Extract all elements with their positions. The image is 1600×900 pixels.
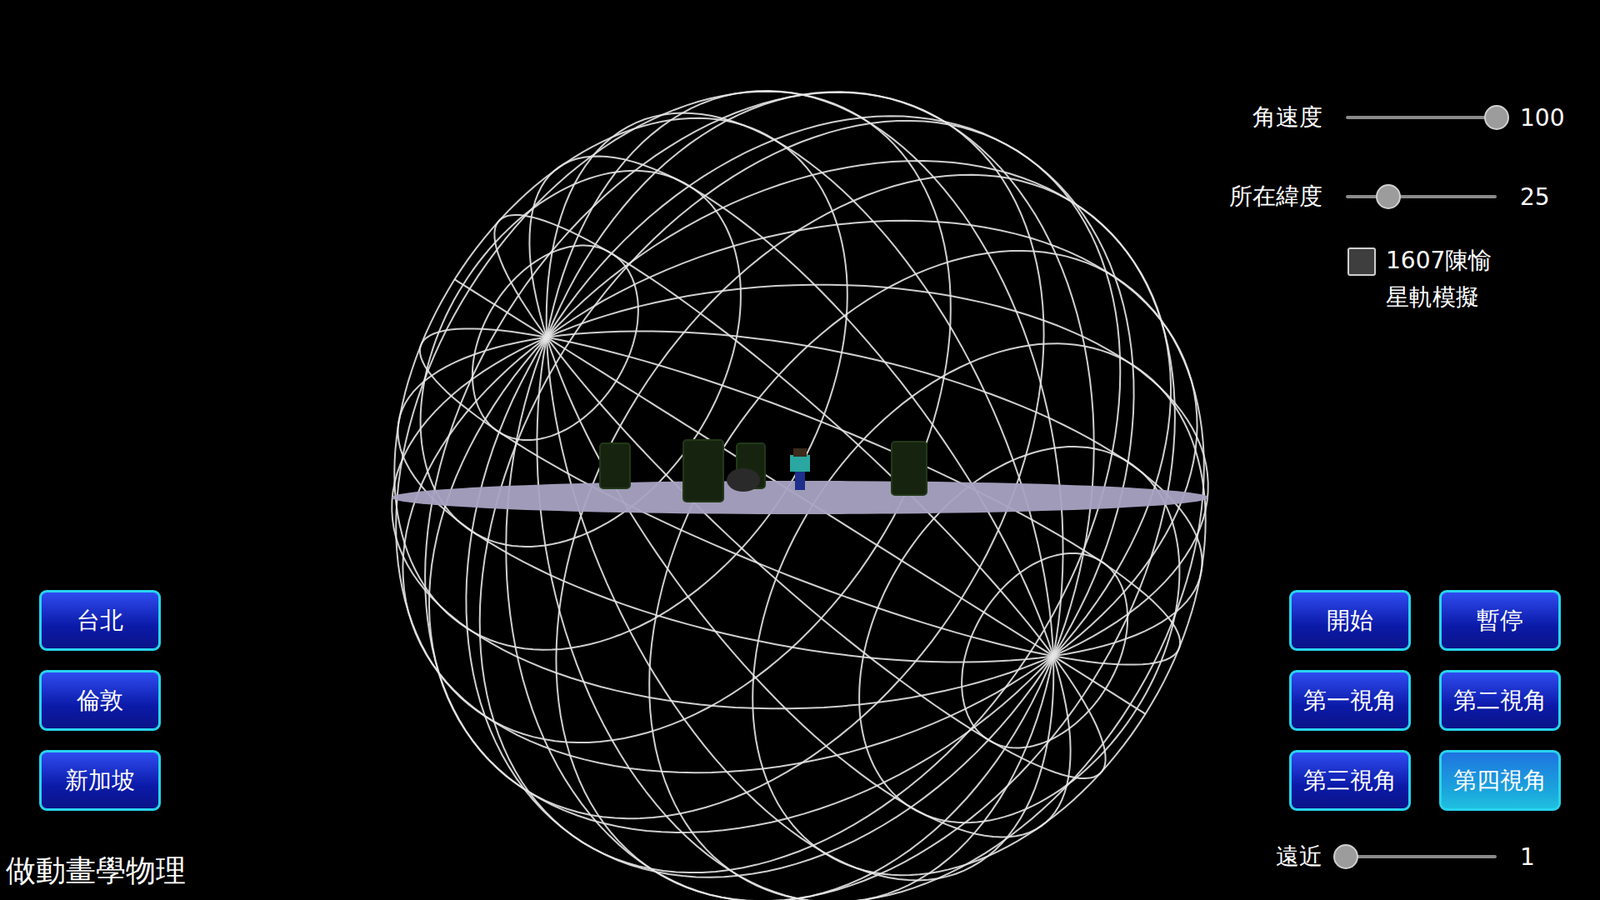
control-button[interactable]: 暫停 [1439, 590, 1561, 651]
slider[interactable] [1345, 841, 1497, 872]
slider-label: 角速度 [1197, 101, 1323, 134]
slider-thumb[interactable] [1333, 844, 1359, 870]
slider-label: 遠近 [1197, 840, 1323, 873]
slider-row: 所在緯度 25 [1197, 180, 1587, 214]
sphere-grid-line [391, 285, 1208, 710]
city-button[interactable]: 新加坡 [39, 750, 161, 811]
zoom-slider-row: 遠近 1 [1197, 840, 1587, 874]
control-button[interactable]: 第三視角 [1289, 750, 1411, 811]
brand-label: 做動畫學物理 [5, 850, 186, 892]
slider-value: 25 [1520, 183, 1587, 211]
slider-row: 角速度 100 [1197, 100, 1587, 135]
rock-icon [726, 468, 760, 492]
control-button[interactable]: 開始 [1289, 590, 1411, 651]
star-trail-checkbox[interactable]: 1607陳愉星軌模擬 [1347, 242, 1587, 316]
tree-icon [600, 443, 630, 489]
control-button[interactable]: 第一視角 [1289, 670, 1411, 731]
city-button[interactable]: 倫敦 [39, 670, 161, 731]
control-button[interactable]: 第二視角 [1439, 670, 1561, 731]
slider-thumb[interactable] [1375, 184, 1401, 210]
city-button[interactable]: 台北 [39, 590, 161, 651]
checkbox-label: 1607陳愉星軌模擬 [1385, 242, 1492, 316]
control-button[interactable]: 第四視角 [1439, 750, 1561, 811]
slider[interactable] [1345, 181, 1497, 212]
slider-value: 1 [1520, 843, 1587, 871]
observer-icon [790, 448, 810, 490]
city-buttons: 台北倫敦新加坡 [39, 590, 161, 811]
slider-label: 所在緯度 [1197, 180, 1323, 213]
slider-thumb[interactable] [1484, 105, 1510, 130]
slider-value: 100 [1520, 104, 1587, 132]
slider[interactable] [1345, 102, 1497, 133]
tree-icon [683, 440, 724, 502]
tree-icon [891, 441, 927, 495]
settings-panel: 角速度 100 所在緯度 25 1607陳愉星軌模擬 [1197, 100, 1587, 316]
checkbox-box[interactable] [1347, 247, 1376, 276]
simulation-screen: 角速度 100 所在緯度 25 1607陳愉星軌模擬台北倫敦新加坡 開始暫停第一視角第二視… [0, 0, 1600, 900]
control-buttons: 開始暫停第一視角第二視角第三視角第四視角 [1289, 590, 1561, 811]
